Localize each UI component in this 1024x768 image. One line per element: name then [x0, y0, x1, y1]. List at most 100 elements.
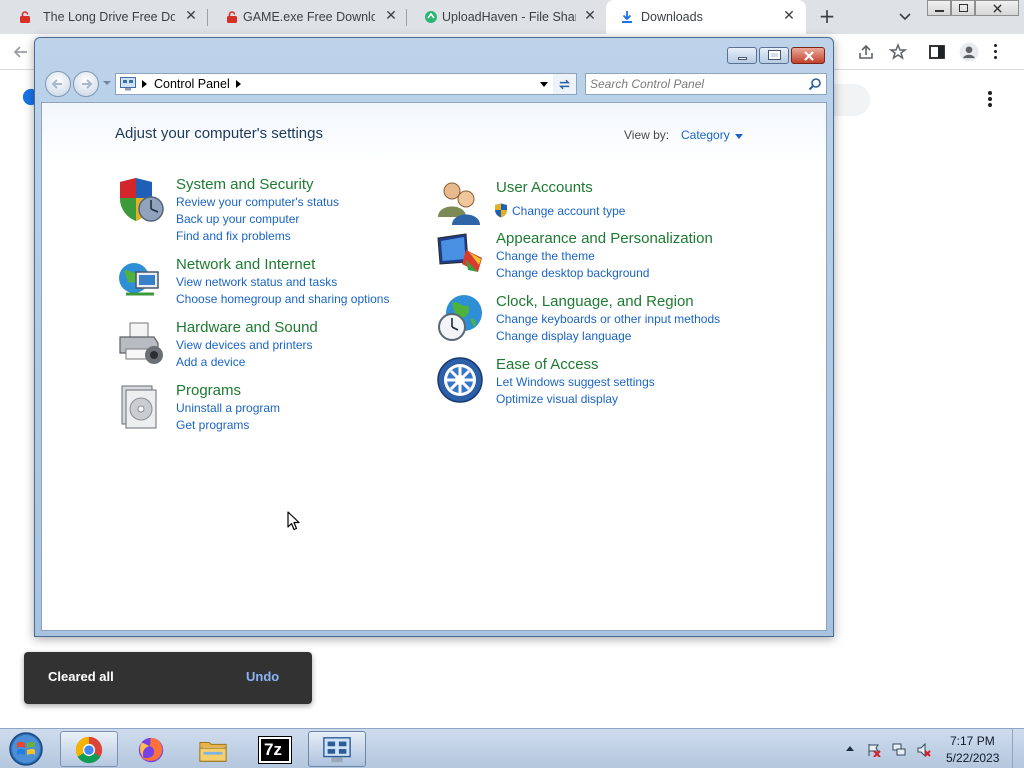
optimize-display-link[interactable]: Optimize visual display — [496, 392, 618, 406]
close-button[interactable] — [975, 0, 1019, 16]
windows-start-icon[interactable] — [6, 731, 46, 767]
minimize-button[interactable] — [927, 0, 951, 16]
show-hidden-icons-button[interactable] — [846, 746, 854, 751]
globe-clock-icon — [438, 295, 482, 341]
tab-title: The Long Drive Free Dow — [43, 10, 175, 24]
taskbar-7zip-button[interactable]: 7z — [246, 731, 304, 767]
clock-date[interactable]: 5/22/2023 — [946, 751, 999, 765]
view-by-dropdown[interactable]: Category — [681, 128, 730, 142]
close-icon — [804, 51, 814, 61]
browser-tab-downloads[interactable]: Downloads ✕ — [606, 0, 806, 34]
network-internet-link[interactable]: Network and Internet — [176, 256, 315, 273]
browser-tab-game-exe[interactable]: GAME.exe Free Downloac ✕ — [207, 0, 405, 34]
recent-pages-dropdown[interactable] — [103, 81, 111, 85]
shield-icon — [120, 178, 164, 222]
side-panel-icon[interactable] — [928, 43, 946, 61]
hardware-sound-link[interactable]: Hardware and Sound — [176, 319, 318, 336]
devices-printers-link[interactable]: View devices and printers — [176, 338, 313, 352]
tab-title: Downloads — [641, 10, 703, 24]
back-arrow-icon — [51, 79, 62, 89]
chrome-menu-icon[interactable] — [992, 43, 998, 61]
downloads-menu-icon[interactable] — [985, 90, 995, 108]
taskbar: 7z 7:17 PM 5/22/2023 — [0, 728, 1024, 768]
homegroup-link[interactable]: Choose homegroup and sharing options — [176, 292, 389, 306]
programs-link[interactable]: Programs — [176, 382, 241, 399]
taskbar-chrome-button[interactable] — [60, 731, 118, 767]
red-lock-icon — [227, 11, 237, 23]
share-icon[interactable] — [857, 43, 875, 61]
change-account-type-link[interactable]: Change account type — [512, 204, 625, 218]
review-status-link[interactable]: Review your computer's status — [176, 195, 339, 209]
undo-button[interactable]: Undo — [246, 669, 279, 684]
uninstall-program-link[interactable]: Uninstall a program — [176, 401, 280, 415]
tab-close-icon[interactable]: ✕ — [383, 8, 399, 24]
change-display-language-link[interactable]: Change display language — [496, 329, 631, 343]
forward-button[interactable] — [73, 71, 99, 97]
file-explorer-icon — [199, 742, 227, 762]
tab-close-icon[interactable]: ✕ — [781, 8, 797, 24]
browser-tab-uploadhaven[interactable]: UploadHaven - File Sharin ✕ — [406, 0, 606, 34]
network-status-link[interactable]: View network status and tasks — [176, 275, 337, 289]
control-panel-window: Control Panel Adjust your computer's set… — [34, 37, 834, 637]
restore-button[interactable] — [951, 0, 975, 16]
backup-link[interactable]: Back up your computer — [176, 212, 299, 226]
taskbar-control-panel-button[interactable] — [308, 731, 366, 767]
taskbar-file-explorer-button[interactable] — [184, 731, 242, 767]
tab-title: UploadHaven - File Sharin — [442, 10, 576, 24]
tab-close-icon[interactable]: ✕ — [582, 8, 598, 24]
appearance-link[interactable]: Appearance and Personalization — [496, 230, 713, 247]
add-device-link[interactable]: Add a device — [176, 355, 245, 369]
view-by-label: View by: — [624, 128, 670, 142]
minimize-button[interactable] — [727, 47, 757, 64]
clock-language-region-link[interactable]: Clock, Language, and Region — [496, 293, 694, 310]
control-panel-icon — [323, 737, 351, 763]
7zip-label: 7z — [264, 740, 282, 759]
search-icon[interactable] — [808, 77, 822, 91]
suggest-settings-link[interactable]: Let Windows suggest settings — [496, 375, 655, 389]
search-box[interactable] — [585, 73, 827, 95]
star-icon[interactable] — [889, 43, 907, 61]
system-security-link[interactable]: System and Security — [176, 176, 314, 193]
fix-problems-link[interactable]: Find and fix problems — [176, 229, 291, 243]
browser-tab-long-drive[interactable]: The Long Drive Free Dow ✕ — [0, 0, 205, 34]
change-keyboards-link[interactable]: Change keyboards or other input methods — [496, 312, 720, 326]
chevron-down-icon[interactable] — [897, 8, 913, 24]
category-clock-language-region: Clock, Language, and Region Change keybo… — [436, 293, 756, 343]
clock-time[interactable]: 7:17 PM — [950, 734, 995, 748]
view-by-caret-icon[interactable] — [735, 134, 743, 139]
firefox-icon — [138, 737, 164, 763]
restore-button[interactable] — [759, 47, 789, 64]
back-arrow-icon[interactable] — [12, 43, 30, 61]
close-button[interactable] — [791, 47, 825, 64]
search-input[interactable] — [590, 76, 800, 92]
change-theme-link[interactable]: Change the theme — [496, 249, 595, 263]
breadcrumb-arrow-icon[interactable] — [236, 80, 241, 88]
breadcrumb-arrow-icon[interactable] — [142, 80, 147, 88]
category-network-internet: Network and Internet View network status… — [116, 256, 416, 306]
profile-avatar-icon[interactable] — [959, 42, 979, 62]
get-programs-link[interactable]: Get programs — [176, 418, 249, 432]
user-accounts-link[interactable]: User Accounts — [496, 179, 593, 196]
ease-of-access-link[interactable]: Ease of Access — [496, 356, 599, 373]
back-button[interactable] — [45, 71, 71, 97]
chrome-tab-strip: The Long Drive Free Dow ✕ GAME.exe Free … — [0, 0, 1024, 34]
refresh-button[interactable] — [553, 73, 577, 95]
address-row: Control Panel — [43, 71, 827, 99]
address-dropdown-icon[interactable] — [540, 82, 548, 87]
chrome-icon — [75, 736, 103, 764]
show-desktop-button[interactable] — [1012, 729, 1024, 768]
refresh-icon — [558, 79, 571, 90]
ease-of-access-icon — [437, 357, 483, 403]
volume-muted-icon[interactable] — [917, 743, 931, 757]
taskbar-firefox-button[interactable] — [122, 731, 180, 767]
mouse-cursor-icon — [287, 511, 300, 531]
network-icon[interactable] — [892, 743, 906, 757]
address-bar[interactable]: Control Panel — [115, 73, 561, 95]
change-background-link[interactable]: Change desktop background — [496, 266, 649, 280]
downloads-search-bar[interactable] — [830, 84, 870, 116]
breadcrumb-control-panel[interactable]: Control Panel — [154, 77, 230, 91]
tab-close-icon[interactable]: ✕ — [183, 8, 199, 24]
new-tab-button[interactable]: + — [817, 6, 837, 26]
action-center-flag-icon[interactable] — [867, 743, 881, 757]
forward-arrow-icon — [82, 79, 93, 89]
